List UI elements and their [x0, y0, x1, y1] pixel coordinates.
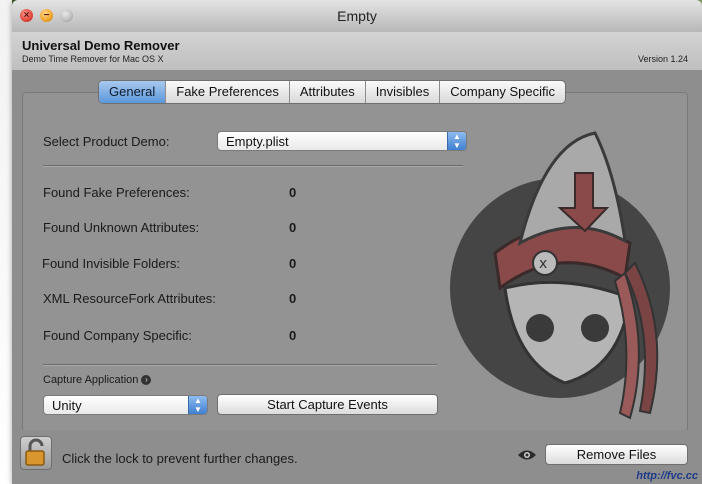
- watermark-text: http://fvc.cc: [636, 470, 698, 482]
- popup-arrows-icon: ▲ ▼: [447, 132, 466, 150]
- version-label: Version 1.24: [637, 54, 688, 64]
- tab-fake-preferences[interactable]: Fake Preferences: [165, 81, 289, 103]
- unknown-attributes-label: Found Unknown Attributes:: [43, 220, 200, 235]
- capture-application-value: Unity: [52, 398, 82, 413]
- app-header: Universal Demo Remover Demo Time Remover…: [12, 32, 702, 70]
- tab-invisibles[interactable]: Invisibles: [364, 81, 439, 103]
- tab-general[interactable]: General: [99, 81, 166, 103]
- product-demo-select[interactable]: Empty.plist ▲ ▼: [217, 131, 467, 151]
- lock-hint-text: Click the lock to prevent further change…: [62, 451, 298, 466]
- desktop-background: [0, 0, 12, 484]
- invisible-folders-label: Found Invisible Folders:: [42, 256, 181, 271]
- x-badge-mark: x: [539, 256, 547, 272]
- window-title: Empty: [337, 8, 377, 24]
- left-eye: [526, 314, 554, 342]
- xml-resourcefork-count: 0: [289, 291, 297, 306]
- company-specific-label: Found Company Specific:: [43, 328, 192, 343]
- footer-bar: Click the lock to prevent further change…: [12, 430, 702, 484]
- app-name: Universal Demo Remover: [22, 38, 180, 53]
- general-panel: x Select Product Demo: Empty.plist ▲ ▼ Fo…: [22, 92, 688, 432]
- tab-attributes[interactable]: Attributes: [288, 81, 365, 103]
- divider-top: [43, 165, 463, 167]
- capture-application-text: Capture Application: [43, 374, 139, 386]
- product-demo-value: Empty.plist: [226, 134, 289, 149]
- tab-bar: General Fake Preferences Attributes Invi…: [98, 80, 567, 104]
- select-product-label: Select Product Demo:: [43, 134, 170, 149]
- skull-illustration: x: [450, 131, 670, 420]
- fake-preferences-count: 0: [289, 185, 297, 200]
- title-bar[interactable]: × − Empty: [12, 0, 702, 33]
- company-specific-count: 0: [289, 328, 297, 343]
- tab-company-specific[interactable]: Company Specific: [439, 81, 565, 103]
- lock-button[interactable]: [20, 436, 52, 470]
- unlocked-padlock-icon: [25, 438, 45, 466]
- xml-resourcefork-label: XML ResourceFork Attributes:: [43, 291, 216, 306]
- arrow-right-circle-icon[interactable]: ›: [141, 375, 152, 386]
- popup-arrows-icon: ▲ ▼: [188, 396, 207, 414]
- capture-application-select[interactable]: Unity ▲ ▼: [43, 395, 208, 415]
- remove-files-button[interactable]: Remove Files: [545, 444, 688, 465]
- start-capture-button[interactable]: Start Capture Events: [217, 394, 438, 415]
- app-subtitle: Demo Time Remover for Mac OS X: [22, 54, 164, 64]
- unknown-attributes-count: 0: [289, 220, 297, 235]
- eye-icon[interactable]: [517, 448, 537, 462]
- invisible-folders-count: 0: [289, 256, 297, 271]
- right-eye: [581, 314, 609, 342]
- capture-application-label: Capture Application ›: [43, 374, 152, 386]
- app-window: × − Empty Universal Demo Remover Demo Ti…: [12, 0, 702, 484]
- fake-preferences-label: Found Fake Preferences:: [43, 185, 190, 200]
- content-area: General Fake Preferences Attributes Invi…: [12, 70, 702, 484]
- divider-bottom: [43, 364, 437, 366]
